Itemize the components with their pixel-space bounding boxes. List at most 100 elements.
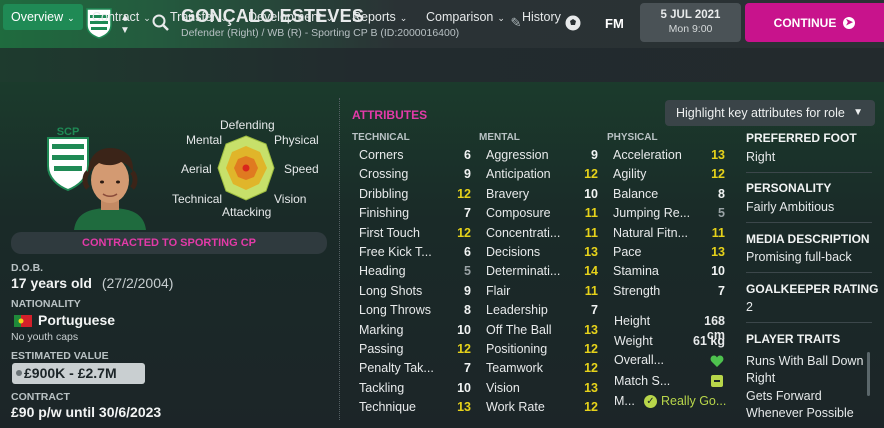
continue-arrow-icon: ➤ [843, 16, 856, 29]
attribute-name: Passing [359, 342, 404, 356]
attribute-row[interactable]: Flair 11 [478, 282, 602, 302]
attribute-value: 5 [464, 264, 471, 279]
continue-button[interactable]: CONTINUE ➤ [745, 3, 884, 42]
attribute-row[interactable]: Agility 12 [605, 165, 729, 185]
attribute-value: 9 [591, 148, 598, 162]
attribute-name: Crossing [359, 167, 409, 182]
attribute-value: 9 [464, 283, 471, 298]
attribute-value: 10 [584, 186, 598, 201]
tab-overview[interactable]: Overview ⌄ [3, 4, 83, 30]
attribute-row[interactable]: Pace 13 [605, 243, 729, 263]
attribute-row[interactable]: Dribbling 12 [351, 185, 475, 205]
attribute-row[interactable]: Off The Ball 13 [478, 321, 602, 341]
attribute-row[interactable]: Finishing 7 [351, 204, 475, 224]
attribute-name: Composure [486, 206, 551, 221]
attribute-row[interactable]: Balance 8 [605, 185, 729, 205]
attribute-value: 12 [584, 400, 598, 415]
attribute-value: 12 [584, 167, 598, 182]
attribute-row[interactable]: Composure 11 [478, 204, 602, 224]
attribute-row[interactable]: Marking 10 [351, 321, 475, 341]
portugal-flag-icon[interactable] [14, 314, 32, 327]
attribute-row[interactable]: Heading 5 [351, 262, 475, 282]
media-description-value: Promising full-back [746, 250, 852, 264]
attributes-title: ATTRIBUTES [352, 108, 428, 122]
attribute-row[interactable]: Leadership 7 [478, 301, 602, 321]
match-sharpness-icon[interactable] [711, 375, 723, 387]
attribute-row[interactable]: Penalty Tak... 7 [351, 359, 475, 379]
morale-value[interactable]: Really Go... [661, 394, 726, 408]
attribute-row[interactable]: Corners 6 [351, 146, 475, 166]
attribute-name: Dribbling [359, 186, 409, 201]
polar-label-technical: Technical [172, 192, 223, 206]
technical-header: TECHNICAL [352, 132, 410, 143]
chevron-down-icon: ⌄ [325, 13, 334, 23]
chevron-down-icon: ⌄ [67, 13, 75, 23]
traits-scrollbar[interactable] [867, 352, 870, 396]
tab-transfer[interactable]: Transfer ⌄ [162, 4, 236, 30]
attribute-name: Long Shots [359, 283, 423, 298]
attribute-name: Stamina [613, 264, 659, 279]
attribute-row[interactable]: Acceleration 13 [605, 146, 729, 166]
attribute-row[interactable]: Concentrati... 11 [478, 224, 602, 244]
attribute-row[interactable]: Aggression 9 [478, 146, 602, 166]
attribute-row[interactable]: Determinati... 14 [478, 262, 602, 282]
media-description-label: MEDIA DESCRIPTION [746, 232, 870, 246]
attribute-name: Long Throws [359, 303, 432, 318]
tab-contract[interactable]: Contract ⌄ [84, 4, 159, 30]
attribute-name: Penalty Tak... [359, 361, 434, 376]
attribute-row[interactable]: Teamwork 12 [478, 359, 602, 379]
attribute-row[interactable]: Tackling 10 [351, 379, 475, 399]
estimated-value: £900K - £2.7M [24, 365, 117, 381]
attribute-row[interactable]: Crossing 9 [351, 165, 475, 185]
tab-history[interactable]: History ⌄ [514, 4, 580, 30]
attribute-row[interactable]: Positioning 12 [478, 340, 602, 360]
attribute-row[interactable]: First Touch 12 [351, 224, 475, 244]
attribute-value: 8 [718, 186, 725, 201]
attribute-name: Vision [486, 380, 520, 395]
attribute-value: 12 [457, 342, 471, 356]
attribute-row[interactable]: Jumping Re... 5 [605, 204, 729, 224]
attribute-row[interactable]: Work Rate 12 [478, 398, 602, 418]
chevron-down-icon: ⌄ [399, 13, 408, 23]
tab-reports[interactable]: Reports ⌄ [344, 4, 415, 30]
attribute-name: Marking [359, 322, 404, 337]
attribute-value: 13 [711, 245, 725, 259]
attribute-polar-chart: Defending Physical Speed Vision Attackin… [170, 114, 330, 222]
attribute-row[interactable]: Strength 7 [605, 282, 729, 302]
attribute-value: 5 [718, 206, 725, 221]
physical-header: PHYSICAL [607, 132, 658, 143]
attribute-row[interactable]: Bravery 10 [478, 185, 602, 205]
attribute-row[interactable]: Long Throws 8 [351, 301, 475, 321]
tab-comparison[interactable]: Comparison ⌄ [418, 4, 513, 30]
attribute-value: 8 [464, 303, 471, 318]
attribute-row[interactable]: Anticipation 12 [478, 165, 602, 185]
attribute-row[interactable]: Technique 13 [351, 398, 475, 418]
polar-label-attacking: Attacking [222, 205, 272, 219]
attribute-name: Strength [613, 283, 661, 298]
attribute-name: Heading [359, 264, 406, 279]
attribute-row[interactable]: Passing 12 [351, 340, 475, 360]
game-date-button[interactable]: 5 JUL 2021 Mon 9:00 [640, 3, 741, 42]
highlight-role-dropdown[interactable]: Highlight key attributes for role ▼ [665, 100, 875, 126]
attribute-value: 12 [711, 167, 725, 182]
polar-label-vision: Vision [274, 192, 307, 206]
attribute-name: Flair [486, 283, 511, 298]
attribute-row[interactable]: Vision 13 [478, 379, 602, 399]
attribute-row[interactable]: Long Shots 9 [351, 282, 475, 302]
fm-menu-button[interactable]: FM [605, 16, 624, 31]
nationality-value[interactable]: Portuguese [38, 312, 115, 328]
morale-label: M... [614, 394, 635, 408]
attribute-row[interactable]: Stamina 10 [605, 262, 729, 282]
chevron-down-icon: ⌄ [220, 13, 228, 23]
tab-development[interactable]: Development ⌄ [240, 4, 341, 30]
attribute-row[interactable]: Decisions 13 [478, 243, 602, 263]
attribute-row[interactable]: Natural Fitn... 11 [605, 224, 729, 244]
attribute-row[interactable]: Free Kick T... 6 [351, 243, 475, 263]
polar-label-aerial: Aerial [181, 162, 212, 176]
attribute-name: Positioning [486, 342, 548, 356]
attribute-name: Concentrati... [486, 225, 561, 240]
condition-heart-icon[interactable] [710, 354, 724, 368]
continue-label: CONTINUE [773, 15, 837, 30]
estimated-value-pill[interactable]: £900K - £2.7M [12, 363, 145, 384]
attribute-name: Decisions [486, 245, 541, 259]
